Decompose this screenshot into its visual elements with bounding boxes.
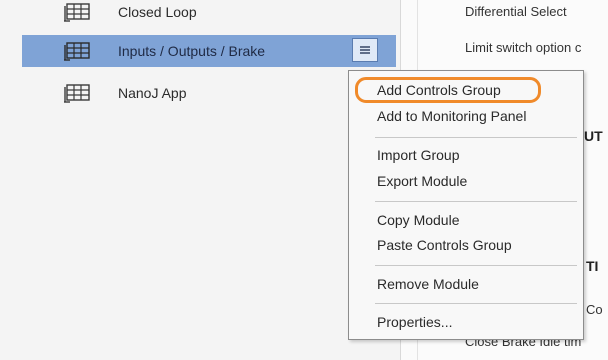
menu-item-export-module[interactable]: Export Module bbox=[377, 173, 467, 189]
tree-item-label: Inputs / Outputs / Brake bbox=[118, 43, 266, 59]
context-menu: Add Controls Group Add to Monitoring Pan… bbox=[348, 70, 584, 340]
hamburger-icon bbox=[360, 46, 370, 54]
menu-separator bbox=[375, 201, 577, 202]
section-heading-partial: UT bbox=[584, 128, 603, 144]
differential-select-label: Differential Select bbox=[465, 4, 567, 19]
menu-separator bbox=[375, 303, 577, 304]
tree-item-closed-loop[interactable]: Closed Loop bbox=[22, 0, 396, 28]
grid-module-icon bbox=[64, 84, 90, 103]
limit-switch-option-label: Limit switch option c bbox=[465, 40, 582, 55]
control-label-partial: Co bbox=[586, 302, 603, 317]
menu-item-properties[interactable]: Properties... bbox=[377, 314, 452, 330]
section-heading-partial: TI bbox=[586, 258, 599, 274]
module-tree-panel: Closed Loop Inputs / Outputs / Brake Nan… bbox=[0, 0, 400, 360]
menu-item-add-to-monitoring-panel[interactable]: Add to Monitoring Panel bbox=[377, 108, 526, 124]
item-menu-button[interactable] bbox=[352, 38, 378, 62]
tree-item-inputs-outputs-brake[interactable]: Inputs / Outputs / Brake bbox=[22, 35, 396, 67]
menu-item-import-group[interactable]: Import Group bbox=[377, 147, 459, 163]
grid-module-icon bbox=[64, 42, 90, 61]
menu-item-remove-module[interactable]: Remove Module bbox=[377, 276, 479, 292]
menu-item-paste-controls-group[interactable]: Paste Controls Group bbox=[377, 237, 512, 253]
tree-item-nanoj-app[interactable]: NanoJ App bbox=[22, 77, 396, 109]
menu-item-add-controls-group[interactable]: Add Controls Group bbox=[377, 82, 501, 98]
tree-item-label: NanoJ App bbox=[118, 85, 187, 101]
tree-item-label: Closed Loop bbox=[118, 4, 197, 20]
menu-separator bbox=[375, 137, 577, 138]
menu-item-copy-module[interactable]: Copy Module bbox=[377, 212, 460, 228]
grid-module-icon bbox=[64, 3, 90, 22]
menu-separator bbox=[375, 265, 577, 266]
